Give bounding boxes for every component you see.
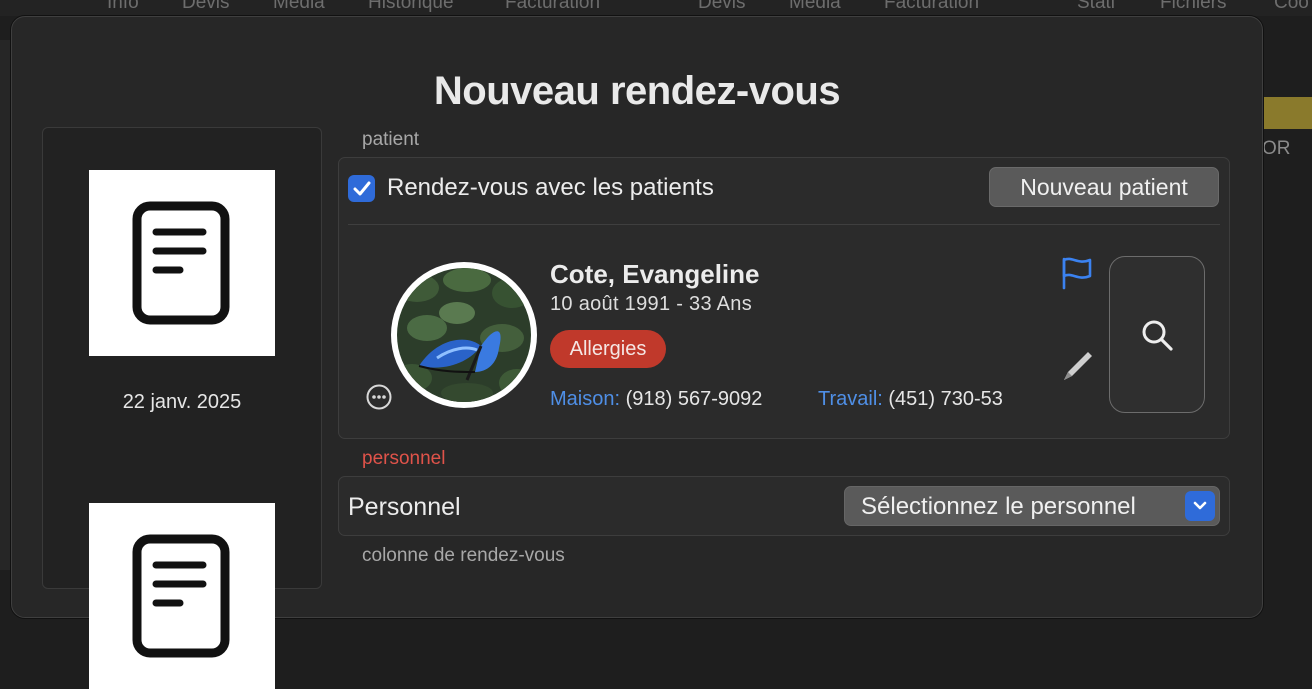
personnel-panel: Personnel Sélectionnez le personnel [338, 476, 1230, 536]
sheet-title-row: Nouveau rendez-vous [12, 69, 1262, 114]
home-phone-number: (918) 567-9092 [625, 388, 763, 410]
bg-tab-info: Info [107, 0, 139, 13]
allergies-badge[interactable]: Allergies [550, 330, 666, 368]
document-thumbnail[interactable] [89, 503, 275, 689]
bg-tab-historique: Historique [368, 0, 454, 13]
personnel-select-value: Sélectionnez le personnel [861, 493, 1136, 520]
home-phone-label: Maison: [550, 388, 621, 410]
search-icon [1142, 320, 1173, 351]
more-options-icon[interactable] [366, 384, 392, 410]
checkmark-icon [353, 181, 370, 195]
patient-name: Cote, Evangeline [550, 259, 760, 289]
background-strip-text: OR [1262, 138, 1291, 159]
divider [348, 224, 1220, 225]
personnel-section-label: personnel [362, 448, 446, 469]
flag-icon[interactable] [1060, 256, 1094, 295]
bg-tab-fichiers: Fichiers [1160, 0, 1227, 13]
bg-tab-coo: Coo [1274, 0, 1309, 13]
background-left-panel [0, 40, 10, 570]
patient-avatar[interactable] [391, 262, 537, 408]
patient-panel: Rendez-vous avec les patients Nouveau pa… [338, 157, 1230, 439]
butterfly-photo-icon [397, 268, 531, 402]
personnel-field-label: Personnel [348, 493, 461, 521]
document-icon [132, 201, 230, 325]
work-phone[interactable]: Travail: (451) 730-53 [818, 388, 1003, 411]
bg-tab-facturation-2: Facturation [884, 0, 980, 13]
document-thumbnail[interactable] [89, 170, 275, 356]
work-phone-label: Travail: [818, 388, 883, 410]
bg-tab-stati: Stati [1077, 0, 1116, 13]
bg-tab-media-2: Média [789, 0, 841, 13]
home-phone[interactable]: Maison: (918) 567-9092 [550, 388, 762, 411]
bg-tab-devis: Devis [182, 0, 230, 13]
patient-section-label: patient [362, 129, 420, 150]
chevron-down-icon[interactable] [1185, 491, 1215, 521]
patient-appointment-checkbox-label[interactable]: Rendez-vous avec les patients [387, 174, 714, 202]
edit-pencil-icon[interactable] [1060, 348, 1096, 389]
patient-dob: 10 août 1991 - 33 Ans [550, 293, 753, 315]
background-highlight-strip [1262, 97, 1312, 129]
bg-tab-media: Média [273, 0, 325, 13]
documents-column[interactable]: 22 janv. 2025 [42, 127, 322, 689]
document-date: 22 janv. 2025 [122, 391, 242, 413]
appointment-column-section-label: colonne de rendez-vous [362, 545, 565, 566]
work-phone-number: (451) 730-53 [888, 388, 1003, 410]
bg-tab-devis-2: Devis [698, 0, 746, 13]
document-icon [132, 534, 230, 658]
sheet-title: Nouveau rendez-vous [433, 69, 841, 113]
search-patient-button[interactable] [1109, 256, 1205, 413]
bg-tab-facturation: Facturation [505, 0, 601, 13]
personnel-select[interactable]: Sélectionnez le personnel [844, 486, 1220, 526]
background-tab-bar: Info Devis Média Historique Facturation … [0, 0, 1312, 16]
patient-appointment-checkbox[interactable] [348, 175, 375, 202]
patient-photo [397, 268, 531, 402]
new-patient-button[interactable]: Nouveau patient [989, 167, 1219, 207]
